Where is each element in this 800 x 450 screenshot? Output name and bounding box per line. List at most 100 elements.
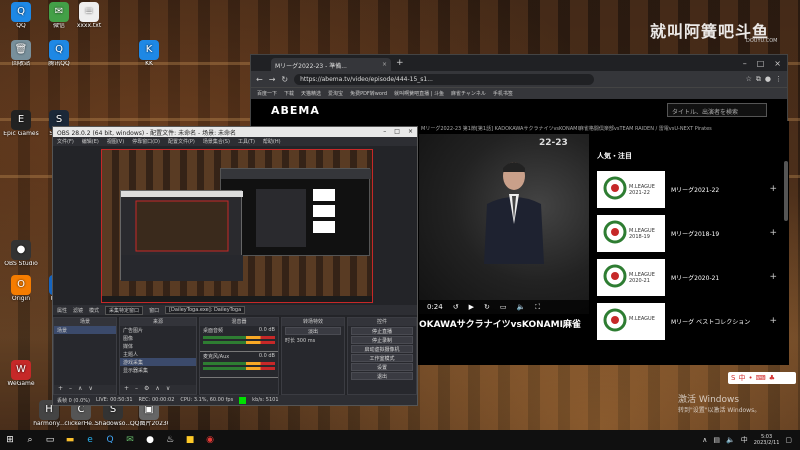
folder-icon[interactable]: ▬ [60, 430, 80, 450]
recommendation-title[interactable]: Mリーグ2021-22 [671, 185, 751, 194]
maximize-icon[interactable]: □ [757, 59, 765, 68]
close-window-icon[interactable]: × [408, 128, 413, 136]
up-icon[interactable]: ∧ [155, 385, 159, 394]
bookmark-item[interactable]: 下载 [284, 90, 294, 97]
bookmark-item[interactable]: 就叫啊簧吧直播 | 斗鱼 [394, 90, 444, 97]
control-button[interactable]: 退出 [351, 372, 413, 380]
source-item[interactable]: 游戏采集 [120, 358, 196, 366]
desktop-icon[interactable]: Q 腾讯QQ [40, 40, 78, 68]
source-item[interactable]: 显示器采集 [120, 366, 196, 374]
edge-icon[interactable]: e [80, 430, 100, 450]
control-button[interactable]: 停止录制 [351, 336, 413, 344]
mode-select[interactable]: 采集特定窗口 [105, 305, 144, 315]
scrollbar[interactable] [784, 161, 788, 221]
search-icon[interactable]: ⌕ [20, 430, 40, 450]
menu-item[interactable]: 文件(F) [57, 138, 74, 145]
start-icon[interactable]: ⊞ [0, 430, 20, 450]
recommendation-item[interactable]: M.LEAGUE Mリーグ ベストコレクション + [597, 301, 777, 341]
window-select[interactable]: [DaileyToga.exe]: DaileyToga [165, 306, 246, 314]
rewind-icon[interactable]: ↺ [453, 303, 459, 311]
recommendation-thumbnail[interactable]: M.LEAGUE [597, 302, 665, 340]
add-to-list-icon[interactable]: + [769, 272, 777, 282]
keyboard-icon[interactable]: ⌨ [756, 374, 766, 382]
remove-icon[interactable]: – [69, 385, 72, 394]
lang-icon[interactable]: 中 [738, 373, 745, 383]
desktop-icon[interactable]: K KK [130, 40, 168, 68]
task-view-icon[interactable]: ▭ [40, 430, 60, 450]
sogou-icon[interactable]: S [731, 374, 735, 382]
obs-icon[interactable]: ● [140, 430, 160, 450]
desktop-icon[interactable]: ● OBS Studio [2, 240, 40, 268]
recommendation-thumbnail[interactable]: M.LEAGUE 2021-22 [597, 170, 665, 208]
steam-icon[interactable]: ♨ [160, 430, 180, 450]
desktop-icon[interactable]: O Origin [2, 275, 40, 303]
search-input[interactable]: タイトル、出演者を検索 [667, 103, 767, 117]
bookmark-item[interactable]: 爱淘宝 [328, 90, 343, 97]
recommendation-item[interactable]: M.LEAGUE 2018-19 Mリーグ2018-19 + [597, 213, 777, 253]
control-button[interactable]: 停止直播 [351, 327, 413, 335]
volume-icon[interactable]: 🔈 [726, 436, 735, 444]
down-icon[interactable]: ∨ [166, 385, 170, 394]
clock[interactable]: 5:03 2023/2/11 [754, 434, 780, 446]
bookmark-item[interactable]: 手机书签 [493, 90, 513, 97]
network-icon[interactable]: ▤ [713, 436, 720, 444]
game-icon[interactable]: ■ [180, 430, 200, 450]
recommendation-thumbnail[interactable]: M.LEAGUE 2018-19 [597, 214, 665, 252]
skin-icon[interactable]: ♣ [769, 374, 775, 382]
down-icon[interactable]: ∨ [88, 385, 92, 394]
filter-button[interactable]: 滤镜 [73, 307, 83, 314]
desktop-icon[interactable]: ≡ xxxx.txt [70, 2, 108, 30]
control-button[interactable]: 启动虚拟摄像机 [351, 345, 413, 353]
recommendation-title[interactable]: Mリーグ2018-19 [671, 229, 751, 238]
caption-icon[interactable]: ▭ [500, 303, 507, 311]
up-icon[interactable]: ∧ [78, 385, 82, 394]
add-to-list-icon[interactable]: + [769, 184, 777, 194]
url-input[interactable]: https://abema.tv/video/episode/444-15_s1… [294, 73, 595, 85]
obs-window[interactable]: OBS 28.0.2 (64 bit, windows) - 配置文件: 未命名… [52, 126, 418, 406]
desktop-icon[interactable]: E Epic Games [2, 110, 40, 138]
control-button[interactable]: 工作室模式 [351, 354, 413, 362]
qq-icon[interactable]: Q [100, 430, 120, 450]
bookmark-item[interactable]: 百度一下 [257, 90, 277, 97]
menu-item[interactable]: 场景集合(S) [203, 138, 230, 145]
bookmark-item[interactable]: 天猫精选 [301, 90, 321, 97]
star-icon[interactable]: ☆ [746, 75, 752, 84]
back-icon[interactable]: ← [256, 75, 263, 84]
transition-select[interactable]: 淡出 [285, 327, 341, 335]
notification-icon[interactable]: ▢ [785, 436, 792, 444]
add-icon[interactable]: + [58, 385, 63, 394]
recommendation-title[interactable]: Mリーグ2020-21 [671, 273, 751, 282]
add-icon[interactable]: + [124, 385, 129, 394]
profile-icon[interactable]: ● [765, 75, 771, 84]
props-button[interactable]: 属性 [57, 307, 67, 314]
desktop-icon[interactable]: W WeGame [2, 360, 40, 388]
menu-item[interactable]: 工具(T) [238, 138, 255, 145]
source-item[interactable]: 图像 [120, 334, 196, 342]
maximize-icon[interactable]: □ [394, 128, 400, 136]
recommendation-item[interactable]: M.LEAGUE 2021-22 Mリーグ2021-22 + [597, 169, 777, 209]
menu-item[interactable]: 视图(V) [107, 138, 124, 145]
desktop-icon[interactable]: 🗑 回收站 [2, 40, 40, 68]
desktop-icon[interactable]: Q QQ [2, 2, 40, 30]
duration-input[interactable]: 300 ms [297, 338, 316, 344]
new-tab-icon[interactable]: + [396, 58, 404, 68]
play-icon[interactable]: ▶ [469, 303, 474, 311]
menu-item[interactable]: 编辑(E) [82, 138, 99, 145]
menu-icon[interactable]: ⋮ [775, 75, 782, 84]
source-item[interactable]: 广告图片 [120, 326, 196, 334]
minimize-icon[interactable]: – [743, 59, 747, 68]
recommendation-thumbnail[interactable]: M.LEAGUE 2020-21 [597, 258, 665, 296]
forward-icon[interactable]: → [269, 75, 276, 84]
minimize-icon[interactable]: – [383, 128, 386, 136]
wechat-icon[interactable]: ✉ [120, 430, 140, 450]
extension-icon[interactable]: ⧉ [756, 75, 761, 84]
mic-icon[interactable]: • [748, 374, 752, 382]
source-item[interactable]: 主题人 [120, 350, 196, 358]
chrome-icon[interactable]: ◉ [200, 430, 220, 450]
obs-preview[interactable] [101, 149, 373, 303]
fullscreen-icon[interactable]: ⛶ [535, 303, 540, 312]
volume-icon[interactable]: 🔈 [517, 303, 526, 311]
recommendation-item[interactable]: M.LEAGUE 2020-21 Mリーグ2020-21 + [597, 257, 777, 297]
close-window-icon[interactable]: × [774, 59, 781, 68]
recommendation-title[interactable]: Mリーグ ベストコレクション [671, 317, 751, 326]
